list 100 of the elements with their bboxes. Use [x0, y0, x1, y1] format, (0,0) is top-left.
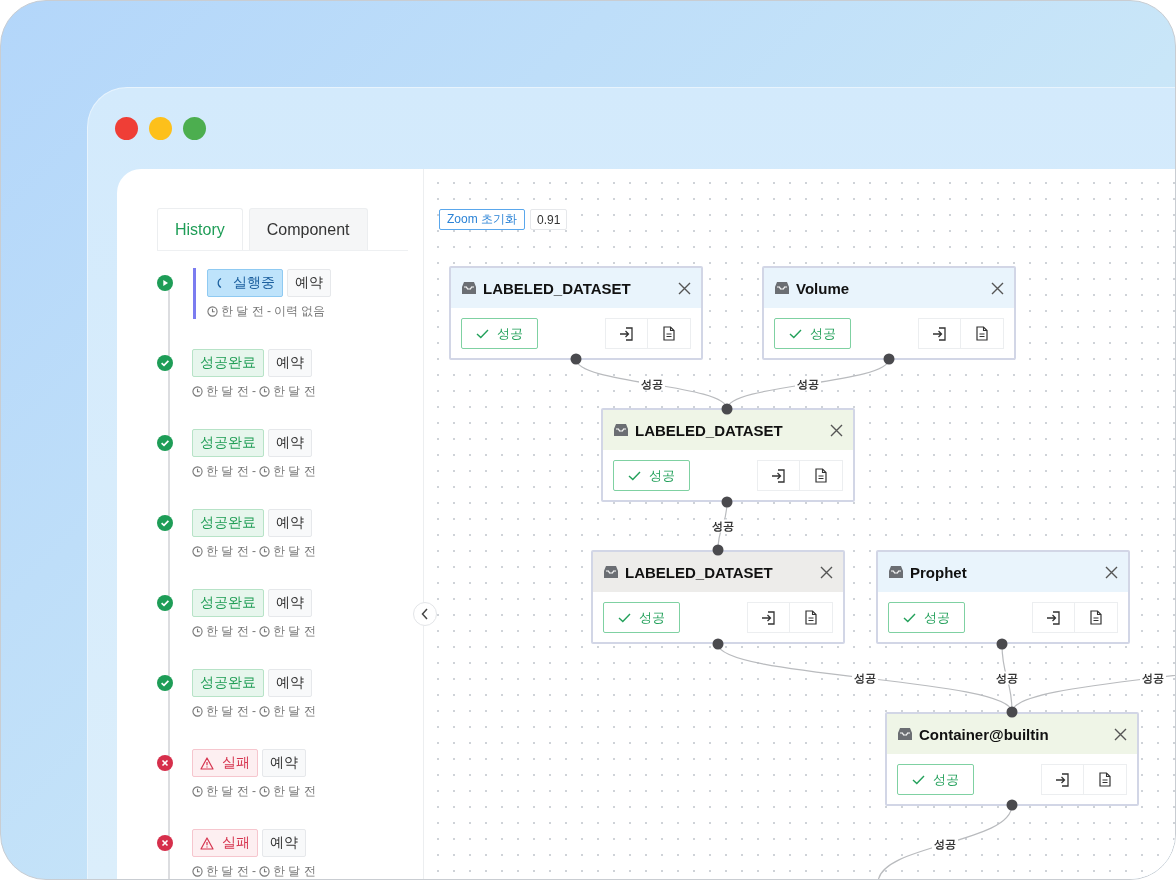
sign-in-icon [932, 326, 947, 341]
pipeline-node[interactable]: Volume 성공 [762, 266, 1016, 360]
input-button[interactable] [605, 318, 648, 349]
port-dot[interactable] [883, 353, 895, 365]
pipeline-node[interactable]: Prophet 성공 [876, 550, 1130, 644]
pipeline-node[interactable]: LABELED_DATASET 성공 [449, 266, 703, 360]
input-button[interactable] [747, 602, 790, 633]
edge-label: 성공 [795, 377, 821, 391]
document-button[interactable] [648, 318, 691, 349]
status-badge: 성공완료 [192, 509, 264, 537]
status-badge: 성공완료 [192, 429, 264, 457]
port-dot[interactable] [1006, 799, 1018, 811]
status-badge: 성공완료 [192, 589, 264, 617]
edge-label: 성공 [709, 519, 736, 533]
clock-icon [192, 466, 203, 477]
pipeline-node[interactable]: LABELED_DATASET 성공 [591, 550, 845, 644]
port-dot[interactable] [996, 638, 1008, 650]
pipeline-node[interactable]: LABELED_DATASET 성공 [601, 408, 855, 502]
document-icon [805, 610, 817, 625]
clock-icon [192, 866, 203, 877]
port-dot[interactable] [721, 496, 733, 508]
status-button[interactable]: 성공 [888, 602, 965, 633]
input-button[interactable] [1032, 602, 1075, 633]
history-entry[interactable]: 실패 예약 한 달 전 - 한 달 전 [192, 749, 316, 829]
clock-icon [192, 786, 203, 797]
inbox-icon [461, 281, 477, 295]
node-title: Volume [796, 279, 851, 297]
clock-icon [192, 546, 203, 557]
clock-icon [192, 626, 203, 637]
end-time: 한 달 전 [273, 543, 316, 560]
close-icon[interactable] [678, 281, 691, 295]
schedule-tag: 예약 [268, 349, 312, 377]
schedule-tag: 예약 [287, 269, 331, 297]
close-icon[interactable] [1105, 565, 1118, 579]
input-button[interactable] [918, 318, 961, 349]
history-entry[interactable]: 성공완료 예약 한 달 전 - 한 달 전 [192, 509, 316, 589]
status-button[interactable]: 성공 [613, 460, 690, 491]
clock-icon [259, 626, 270, 637]
start-time: 한 달 전 - [206, 623, 256, 640]
start-time: 한 달 전 - [206, 783, 256, 800]
start-time: 한 달 전 - [206, 863, 256, 879]
history-entry[interactable]: 실패 예약 한 달 전 - 한 달 전 [192, 829, 316, 879]
start-time: 한 달 전 - [221, 303, 271, 320]
port-dot[interactable] [712, 638, 724, 650]
close-icon[interactable] [991, 281, 1004, 295]
history-entry[interactable]: 실행중 예약 한 달 전 - 이력 없음 [193, 268, 331, 319]
input-button[interactable] [757, 460, 800, 491]
status-button[interactable]: 성공 [774, 318, 851, 349]
tab[interactable]: Component [248, 208, 368, 250]
check-icon [912, 774, 925, 785]
close-icon[interactable] [820, 565, 833, 579]
history-entry[interactable]: 성공완료 예약 한 달 전 - 한 달 전 [192, 589, 316, 669]
check-icon [903, 612, 916, 623]
sign-in-icon [619, 326, 634, 341]
edge-label: 성공 [1140, 671, 1166, 685]
schedule-tag: 예약 [262, 829, 306, 857]
status-button[interactable]: 성공 [897, 764, 974, 795]
status-badge: 실행중 [207, 269, 283, 297]
clock-icon [259, 386, 270, 397]
document-button[interactable] [790, 602, 833, 633]
port-dot[interactable] [721, 403, 733, 415]
close-icon[interactable] [1114, 727, 1127, 741]
history-entry[interactable]: 성공완료 예약 한 달 전 - 한 달 전 [192, 429, 316, 509]
document-button[interactable] [800, 460, 843, 491]
inbox-icon [613, 423, 629, 437]
history-entry[interactable]: 성공완료 예약 한 달 전 - 한 달 전 [192, 669, 316, 749]
node-title: LABELED_DATASET [635, 421, 784, 439]
sign-in-icon [771, 468, 786, 483]
status-button[interactable]: 성공 [603, 602, 680, 633]
end-time: 한 달 전 [273, 863, 316, 879]
end-time: 한 달 전 [273, 703, 316, 720]
edge-label: 성공 [932, 837, 958, 851]
window-control[interactable] [115, 117, 138, 140]
close-icon[interactable] [830, 423, 843, 437]
document-button[interactable] [1084, 764, 1127, 795]
port-dot[interactable] [712, 544, 724, 556]
document-icon [815, 468, 827, 483]
schedule-tag: 예약 [268, 669, 312, 697]
node-title: LABELED_DATASET [625, 563, 774, 581]
schedule-tag: 예약 [262, 749, 306, 777]
inbox-icon [774, 281, 790, 295]
input-button[interactable] [1041, 764, 1084, 795]
status-badge: 실패 [192, 749, 258, 777]
status-button[interactable]: 성공 [461, 318, 538, 349]
start-time: 한 달 전 - [206, 703, 256, 720]
start-time: 한 달 전 - [206, 383, 256, 400]
history-entry[interactable]: 성공완료 예약 한 달 전 - 한 달 전 [192, 349, 316, 429]
end-time: 한 달 전 [273, 383, 316, 400]
port-dot[interactable] [570, 353, 582, 365]
pipeline-node[interactable]: Container@builtin 성공 [885, 712, 1139, 806]
status-badge: 성공완료 [192, 349, 264, 377]
sign-in-icon [761, 610, 776, 625]
document-icon [663, 326, 675, 341]
tab[interactable]: History [157, 208, 243, 250]
port-dot[interactable] [1006, 706, 1018, 718]
check-icon [628, 470, 641, 481]
document-button[interactable] [961, 318, 1004, 349]
document-button[interactable] [1075, 602, 1118, 633]
inbox-icon [603, 565, 619, 579]
zoom-reset-button[interactable]: Zoom 초기화 [439, 209, 525, 230]
